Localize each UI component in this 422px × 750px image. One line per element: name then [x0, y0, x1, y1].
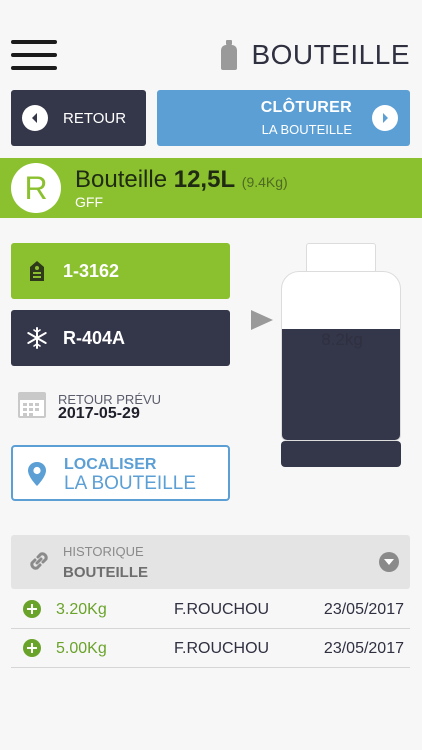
history-date: 23/05/2017 — [323, 601, 404, 618]
bottle-owner: GFF — [75, 194, 103, 210]
page-title: BOUTEILLE — [251, 39, 410, 70]
serial-number: 1-3162 — [63, 260, 120, 281]
bottle-banner: R Bouteille 12,5L (9.4Kg) GFF — [0, 158, 422, 218]
history-user: F.ROUCHOU — [174, 601, 270, 618]
locate-bottle-button[interactable]: LOCALISER LA BOUTEILLE — [11, 445, 230, 501]
bottle-gauge-neck — [306, 243, 376, 273]
history-row: 5.00Kg F.ROUCHOU 23/05/2017 — [11, 630, 410, 668]
history-weight: 3.20Kg — [56, 601, 107, 618]
refrigerant-type: R-404A — [63, 327, 126, 348]
planned-return-date: 2017-05-29 — [58, 405, 140, 422]
close-bottle-label-1: CLÔTURER — [260, 99, 352, 116]
history-label-2: BOUTEILLE — [63, 564, 148, 581]
back-button-label: RETOUR — [63, 109, 127, 127]
gas-bottle-icon — [221, 40, 238, 70]
level-pointer-icon — [251, 310, 273, 330]
bottle-name: Bouteille — [75, 166, 168, 193]
bottle-content-weight: 8.2kg — [321, 330, 363, 349]
chevron-left-icon — [22, 105, 48, 131]
hamburger-menu-icon[interactable] — [11, 40, 57, 72]
tag-icon — [25, 260, 49, 282]
bottle-title: Bouteille 12,5L (9.4Kg) — [75, 166, 288, 194]
map-pin-icon — [28, 462, 46, 486]
locate-bottle-label-1: LOCALISER — [64, 456, 157, 473]
bottle-gauge-base — [281, 441, 401, 467]
close-bottle-label-2: LA BOUTEILLE — [261, 122, 352, 137]
history-toggle[interactable]: HISTORIQUE BOUTEILLE — [11, 535, 410, 589]
add-circle-icon[interactable] — [23, 639, 41, 657]
bottle-gauge-body: 8.2kg — [281, 271, 401, 441]
page-header: BOUTEILLE — [221, 36, 410, 74]
history-date: 23/05/2017 — [323, 640, 404, 657]
status-bar — [0, 0, 422, 22]
serial-number-tag: 1-3162 — [11, 243, 230, 299]
add-circle-icon[interactable] — [23, 600, 41, 618]
link-icon — [30, 552, 48, 570]
bottle-tare: (9.4Kg) — [241, 174, 288, 190]
chevron-down-icon — [379, 552, 399, 572]
chevron-right-icon — [372, 105, 398, 131]
bottle-fill-gauge: 8.2kg — [281, 243, 401, 467]
refrigerant-tag: R-404A — [11, 310, 230, 366]
back-button[interactable]: RETOUR — [11, 90, 146, 146]
calendar-icon — [18, 392, 46, 418]
history-row: 3.20Kg F.ROUCHOU 23/05/2017 — [11, 591, 410, 629]
history-weight: 5.00Kg — [56, 640, 107, 657]
history-user: F.ROUCHOU — [174, 640, 270, 657]
snowflake-icon — [25, 327, 49, 349]
bottle-capacity: 12,5L — [173, 166, 236, 193]
history-label-1: HISTORIQUE — [63, 544, 144, 559]
locate-bottle-label-2: LA BOUTEILLE — [64, 473, 197, 494]
close-bottle-button[interactable]: CLÔTURER LA BOUTEILLE — [157, 90, 410, 146]
bottle-type-badge: R — [11, 163, 61, 213]
